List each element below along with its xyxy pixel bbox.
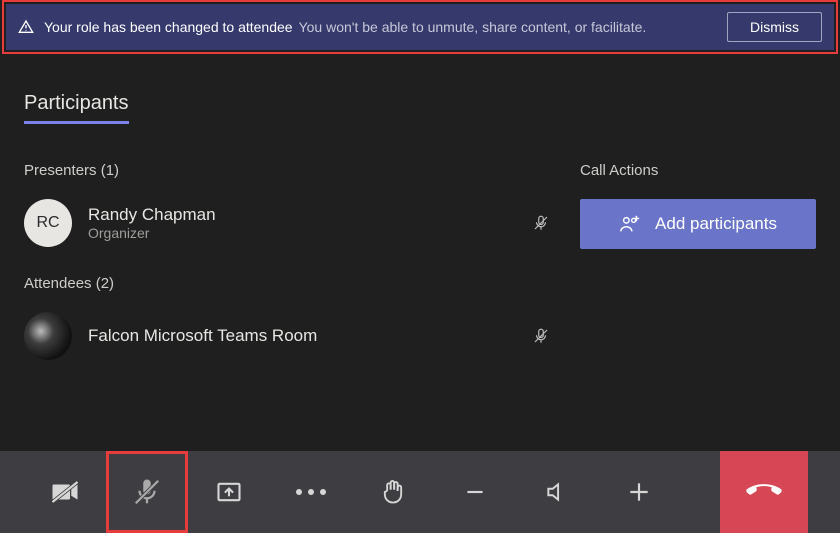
- call-controls-bar: [0, 451, 840, 533]
- presenter-row: RC Randy Chapman Organizer: [24, 199, 560, 247]
- raise-hand-button[interactable]: [352, 451, 434, 533]
- participant-role: Organizer: [88, 225, 532, 241]
- participants-heading: Participants: [24, 92, 129, 124]
- notification-banner-highlight: Your role has been changed to attendee Y…: [2, 0, 838, 54]
- add-button[interactable]: [598, 451, 680, 533]
- more-options-button[interactable]: [270, 451, 352, 533]
- notification-banner: Your role has been changed to attendee Y…: [6, 4, 834, 50]
- avatar: RC: [24, 199, 72, 247]
- notification-text: You won't be able to unmute, share conte…: [299, 19, 727, 35]
- presenters-label: Presenters (1): [24, 162, 560, 179]
- minimize-button[interactable]: [434, 451, 516, 533]
- attendees-label: Attendees (2): [24, 275, 560, 292]
- call-actions-label: Call Actions: [580, 162, 816, 179]
- volume-button[interactable]: [516, 451, 598, 533]
- ellipsis-icon: [296, 489, 326, 495]
- add-people-icon: [619, 213, 641, 235]
- mic-muted-icon: [532, 214, 550, 232]
- camera-toggle-button[interactable]: [24, 451, 106, 533]
- notification-title: Your role has been changed to attendee: [44, 19, 293, 35]
- hang-up-button[interactable]: [720, 451, 808, 533]
- dismiss-button[interactable]: Dismiss: [727, 12, 822, 42]
- add-participants-label: Add participants: [655, 214, 777, 234]
- add-participants-button[interactable]: Add participants: [580, 199, 816, 249]
- mic-muted-icon: [532, 327, 550, 345]
- warning-icon: [18, 19, 34, 35]
- attendee-row: Falcon Microsoft Teams Room: [24, 312, 560, 360]
- mic-toggle-button[interactable]: [106, 451, 188, 533]
- participant-name: Falcon Microsoft Teams Room: [88, 326, 532, 346]
- participant-name: Randy Chapman: [88, 205, 532, 225]
- avatar: [24, 312, 72, 360]
- share-content-button[interactable]: [188, 451, 270, 533]
